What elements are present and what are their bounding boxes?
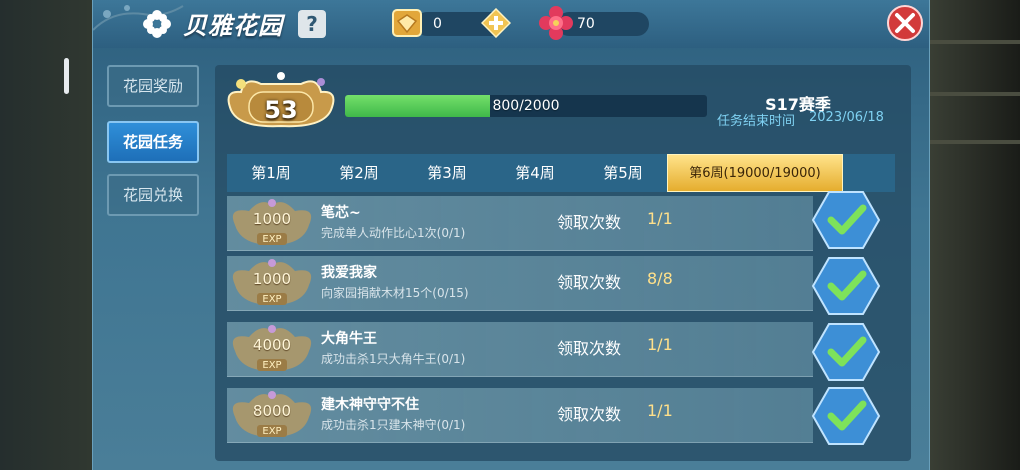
gem-count: 0 xyxy=(433,16,442,32)
task-name: 我爱我家 xyxy=(321,265,377,281)
scene-left-edge xyxy=(0,0,92,470)
task-claim-label: 领取次数 xyxy=(557,273,622,292)
xp-progress-text: 800/2000 xyxy=(492,98,560,114)
task-exp-value: 8000 xyxy=(252,402,292,420)
help-button[interactable]: ? xyxy=(298,10,326,38)
task-claim-label: 领取次数 xyxy=(557,405,622,424)
tab-week-6[interactable]: 第6周(19000/19000) xyxy=(667,154,843,192)
task-description: 完成单人动作比心1次(0/1) xyxy=(321,226,466,240)
exp-label: EXP xyxy=(262,426,282,437)
level-number: 53 xyxy=(264,96,298,124)
task-exp-value: 1000 xyxy=(252,270,292,288)
task-name: 建木神守守不住 xyxy=(321,397,419,413)
check-icon[interactable] xyxy=(811,322,881,382)
tab-garden-rewards[interactable]: 花园奖励 xyxy=(107,65,199,107)
task-row: 8000 EXP 建木神守守不住 成功击杀1只建木神守(0/1) 领取次数 1/… xyxy=(227,388,813,443)
tab-week-5[interactable]: 第5周 xyxy=(579,154,667,192)
rose-icon xyxy=(539,6,573,40)
task-row: 4000 EXP 大角牛王 成功击杀1只大角牛王(0/1) 领取次数 1/1 xyxy=(227,322,813,377)
drag-handle[interactable] xyxy=(64,58,69,94)
scene-right-edge xyxy=(928,0,1020,470)
tab-week-1[interactable]: 第1周 xyxy=(227,154,315,192)
task-claim-label: 领取次数 xyxy=(557,339,622,358)
tab-week-2[interactable]: 第2周 xyxy=(315,154,403,192)
exp-label: EXP xyxy=(262,294,282,305)
page-title: 贝雅花园 xyxy=(183,12,283,40)
gem-icon xyxy=(392,9,422,37)
xp-progress-bar: 800/2000 xyxy=(345,95,707,117)
task-name: 笔芯~ xyxy=(321,205,361,221)
task-row: 1000 EXP 笔芯~ 完成单人动作比心1次(0/1) 领取次数 1/1 xyxy=(227,196,813,251)
task-claim-label: 领取次数 xyxy=(557,213,622,232)
flower-count: 70 xyxy=(577,16,595,32)
task-claim-count: 1/1 xyxy=(647,335,673,354)
plus-icon[interactable] xyxy=(481,8,511,38)
season-end-label: 任务结束时间 xyxy=(717,114,796,129)
task-claim-count: 8/8 xyxy=(647,269,673,288)
tab-garden-tasks[interactable]: 花园任务 xyxy=(107,121,199,163)
task-description: 成功击杀1只大角牛王(0/1) xyxy=(321,352,466,366)
tab-week-4[interactable]: 第4周 xyxy=(491,154,579,192)
task-exp-value: 4000 xyxy=(252,336,292,354)
task-exp-value: 1000 xyxy=(252,210,292,228)
task-claim-count: 1/1 xyxy=(647,209,673,228)
task-description: 成功击杀1只建木神守(0/1) xyxy=(321,418,466,432)
season-end-date: 2023/06/18 xyxy=(809,110,884,125)
garden-panel: 贝雅花园 ? 0 70 花园奖励 花园任务 花园兑换 53 800/2000 S… xyxy=(92,0,930,470)
task-name: 大角牛王 xyxy=(321,331,377,347)
check-icon[interactable] xyxy=(811,256,881,316)
exp-label: EXP xyxy=(262,234,282,245)
task-claim-count: 1/1 xyxy=(647,401,673,420)
flower-icon xyxy=(143,10,171,38)
task-description: 向家园捐献木材15个(0/15) xyxy=(321,286,469,300)
task-row: 1000 EXP 我爱我家 向家园捐献木材15个(0/15) 领取次数 8/8 xyxy=(227,256,813,311)
week-tabs: 第1周 第2周 第3周 第4周 第5周 第6周(19000/19000) xyxy=(227,154,895,192)
tab-garden-exchange[interactable]: 花园兑换 xyxy=(107,174,199,216)
exp-label: EXP xyxy=(262,360,282,371)
check-icon[interactable] xyxy=(811,190,881,250)
close-icon[interactable] xyxy=(886,4,924,42)
check-icon[interactable] xyxy=(811,386,881,446)
tab-week-3[interactable]: 第3周 xyxy=(403,154,491,192)
